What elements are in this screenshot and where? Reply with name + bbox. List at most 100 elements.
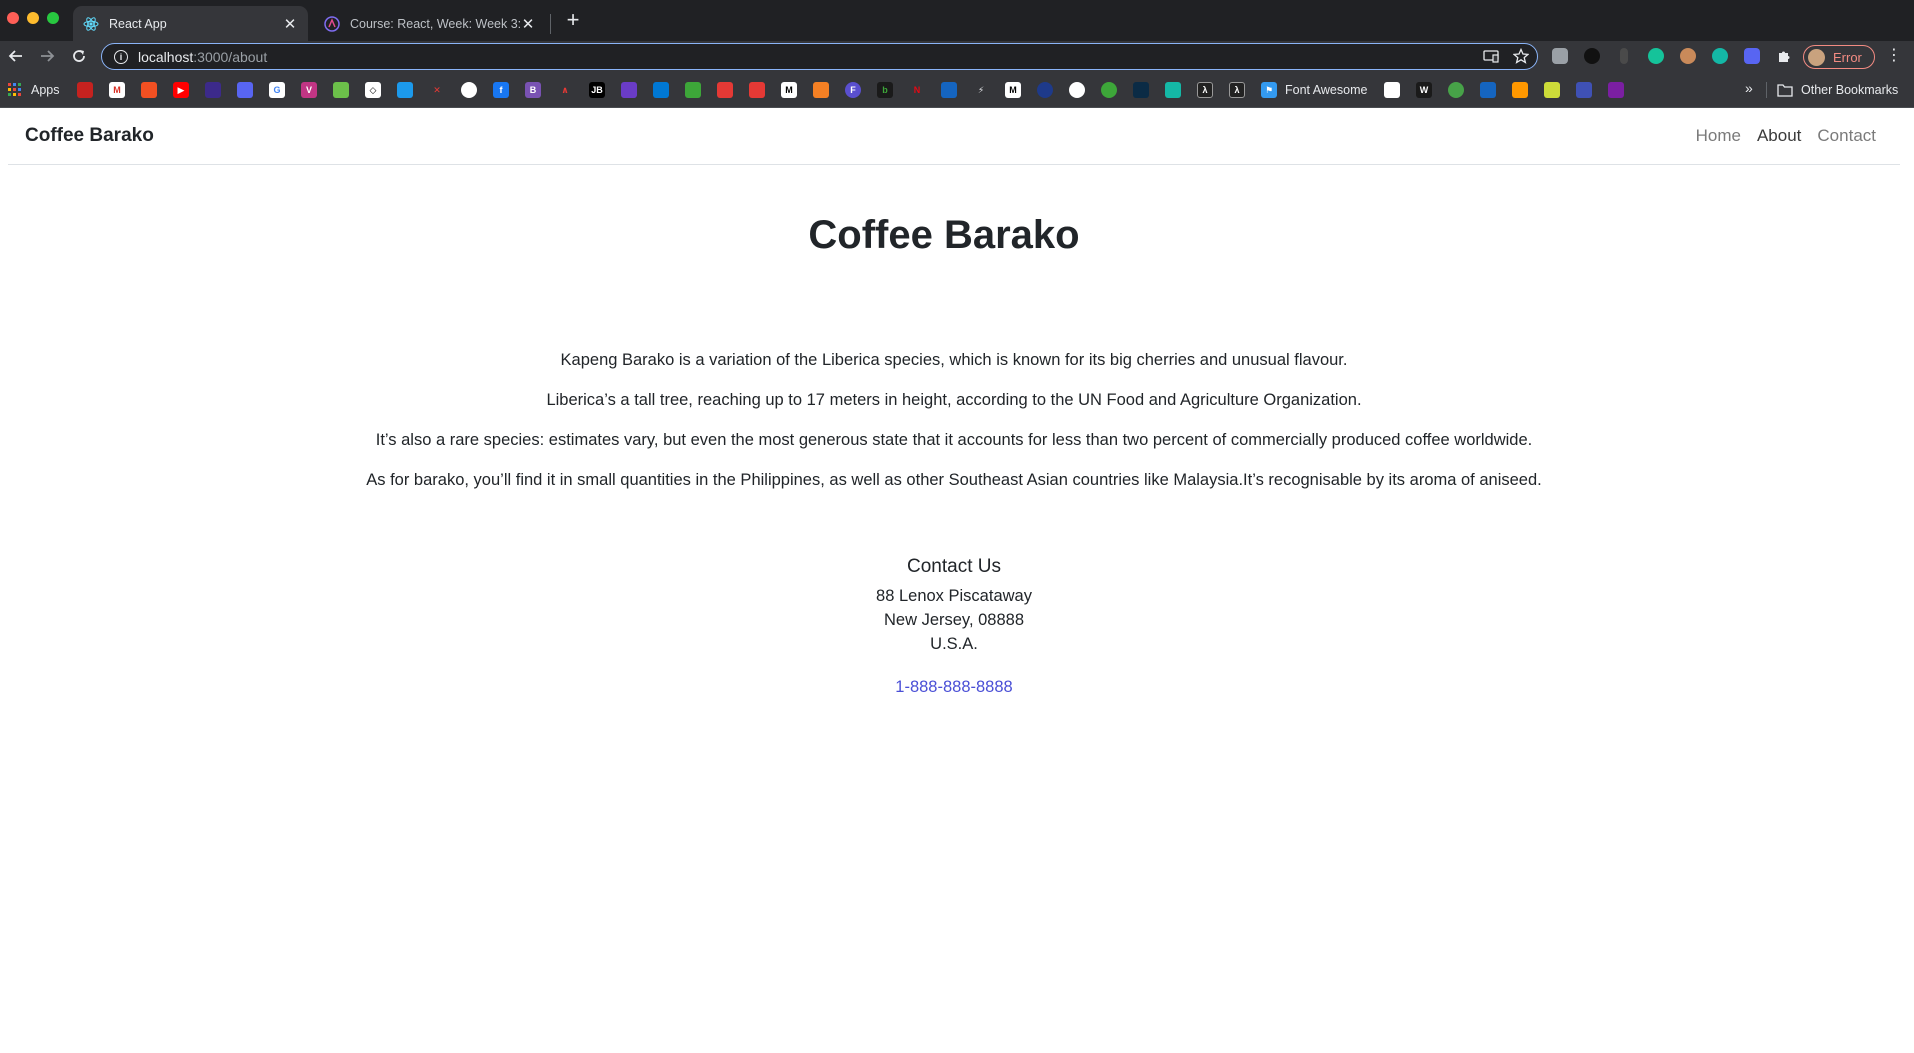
bookmark-icon[interactable] (1480, 82, 1496, 98)
new-tab-button[interactable]: + (561, 9, 585, 33)
nav-contact[interactable]: Contact (1817, 126, 1876, 146)
bookmark-icon[interactable] (397, 82, 413, 98)
bookmark-icon[interactable]: b (877, 82, 893, 98)
badge-extension-icon[interactable] (1712, 48, 1728, 64)
browser-toolbar: i localhost:3000/about Error ⋮ (0, 41, 1914, 72)
bookmark-icon[interactable]: ⚡ (973, 82, 989, 98)
address-bar[interactable]: i localhost:3000/about (101, 43, 1538, 70)
node-icon[interactable] (685, 82, 701, 98)
bookmark-icon[interactable] (1544, 82, 1560, 98)
bookmark-icon[interactable] (1576, 82, 1592, 98)
stackoverflow-icon[interactable] (813, 82, 829, 98)
key-extension-icon[interactable] (1620, 48, 1628, 64)
close-icon[interactable]: ✕ (282, 16, 298, 33)
forward-icon[interactable] (35, 44, 59, 68)
bookmarks-bar: Apps M ▶ G V ◇ ✕ f B ∧ JB M F b N ⚡ M λ … (0, 72, 1914, 108)
bookmark-icon[interactable] (1165, 82, 1181, 98)
puzzle-icon[interactable] (1776, 48, 1792, 64)
chevron-more-icon[interactable]: » (1745, 80, 1753, 96)
bookmark-icon[interactable] (1512, 82, 1528, 98)
shield-extension-icon[interactable] (1584, 48, 1600, 64)
flag-icon[interactable]: ⚑ (1261, 82, 1277, 98)
leaf-icon[interactable] (1448, 82, 1464, 98)
avatar (1808, 48, 1825, 66)
vscode-icon[interactable] (653, 82, 669, 98)
bookmark-icon[interactable] (1037, 82, 1053, 98)
gmail-icon[interactable]: M (109, 82, 125, 98)
address-line: U.S.A. (930, 635, 978, 653)
netflix-icon[interactable]: N (909, 82, 925, 98)
medium-icon[interactable]: M (781, 82, 797, 98)
bookmark-icon[interactable] (749, 82, 765, 98)
other-bookmarks[interactable]: Other Bookmarks (1801, 82, 1898, 98)
star-icon[interactable] (1512, 47, 1530, 69)
hackerrank-icon[interactable] (333, 82, 349, 98)
codepen-icon[interactable]: ◇ (365, 82, 381, 98)
url-path: :3000/about (193, 48, 268, 65)
eyes-extension-icon[interactable] (1680, 48, 1696, 64)
bookmark-icon[interactable] (717, 82, 733, 98)
bookmark-icon[interactable]: λ (1197, 82, 1213, 98)
course-bookmark-icon[interactable] (205, 82, 221, 98)
tab-react-app[interactable]: React App ✕ (73, 6, 308, 41)
bootstrap-icon[interactable]: B (525, 82, 541, 98)
apps-grid-icon[interactable] (7, 82, 23, 98)
window-minimize-button[interactable] (27, 12, 39, 24)
apps-bookmark[interactable]: Apps (31, 82, 60, 98)
back-icon[interactable] (4, 44, 28, 68)
menu-icon[interactable]: ⋮ (1886, 48, 1902, 64)
bookmark-icon[interactable]: F (845, 82, 861, 98)
reload-icon[interactable] (67, 44, 91, 68)
react-icon (83, 16, 99, 32)
bookmark-icon[interactable]: λ (1229, 82, 1245, 98)
camera-extension-icon[interactable] (1552, 48, 1568, 64)
profile-button[interactable]: Error (1803, 45, 1875, 69)
mdn-icon[interactable] (1133, 82, 1149, 98)
bookmark-icon[interactable] (941, 82, 957, 98)
profile-status: Error (1833, 49, 1862, 65)
bookmark-icon[interactable] (77, 82, 93, 98)
folder-icon[interactable] (1777, 82, 1793, 98)
zoom-icon[interactable] (237, 82, 253, 98)
bookmark-icon[interactable] (1101, 82, 1117, 98)
cast-icon[interactable] (1483, 49, 1499, 68)
microsoft-icon[interactable] (141, 82, 157, 98)
tab-course[interactable]: Course: React, Week: Week 3: ✕ (314, 6, 546, 41)
nav-links: Home About Contact (1696, 126, 1876, 146)
page-title: Coffee Barako (808, 213, 1080, 257)
nav-home[interactable]: Home (1696, 126, 1741, 146)
bookmark-icon[interactable]: W (1416, 82, 1432, 98)
bookmark-icon[interactable]: ∧ (557, 82, 573, 98)
bookmark-icon[interactable] (1608, 82, 1624, 98)
paragraph: Liberica’s a tall tree, reaching up to 1… (546, 391, 1362, 409)
nav-about[interactable]: About (1757, 126, 1801, 146)
site-brand[interactable]: Coffee Barako (25, 125, 154, 147)
window-maximize-button[interactable] (47, 12, 59, 24)
address-line: New Jersey, 08888 (883, 611, 1025, 629)
medium-icon[interactable]: M (1005, 82, 1021, 98)
tab-title: Course: React, Week: Week 3: (350, 16, 520, 31)
site-navbar: Coffee Barako Home About Contact (8, 108, 1900, 165)
contact-section: Contact Us 88 Lenox Piscataway New Jerse… (0, 556, 1908, 697)
google-icon[interactable]: G (269, 82, 285, 98)
paragraph: It’s also a rare species: estimates vary… (375, 431, 1533, 449)
info-icon[interactable]: i (114, 49, 128, 64)
video-extension-icon[interactable] (1744, 48, 1760, 64)
github-icon[interactable] (461, 82, 477, 98)
x-icon[interactable]: ✕ (429, 82, 445, 98)
phone-link[interactable]: 1-888-888-8888 (895, 678, 1012, 697)
youtube-icon[interactable]: ▶ (173, 82, 189, 98)
globe-icon[interactable] (1069, 82, 1085, 98)
bookmark-icon[interactable] (621, 82, 637, 98)
facebook-icon[interactable]: f (493, 82, 509, 98)
jetbrains-icon[interactable]: JB (589, 82, 605, 98)
browser-tab-bar: React App ✕ Course: React, Week: Week 3:… (0, 0, 1914, 41)
window-close-button[interactable] (7, 12, 19, 24)
paragraph: As for barako, you’ll find it in small q… (366, 471, 1542, 489)
close-icon[interactable]: ✕ (520, 16, 536, 33)
font-awesome-bookmark[interactable]: Font Awesome (1285, 82, 1367, 98)
vercel-icon[interactable]: V (301, 82, 317, 98)
wix-icon[interactable] (1384, 82, 1400, 98)
paragraph: Kapeng Barako is a variation of the Libe… (560, 351, 1348, 369)
grammarly-icon[interactable] (1648, 48, 1664, 64)
